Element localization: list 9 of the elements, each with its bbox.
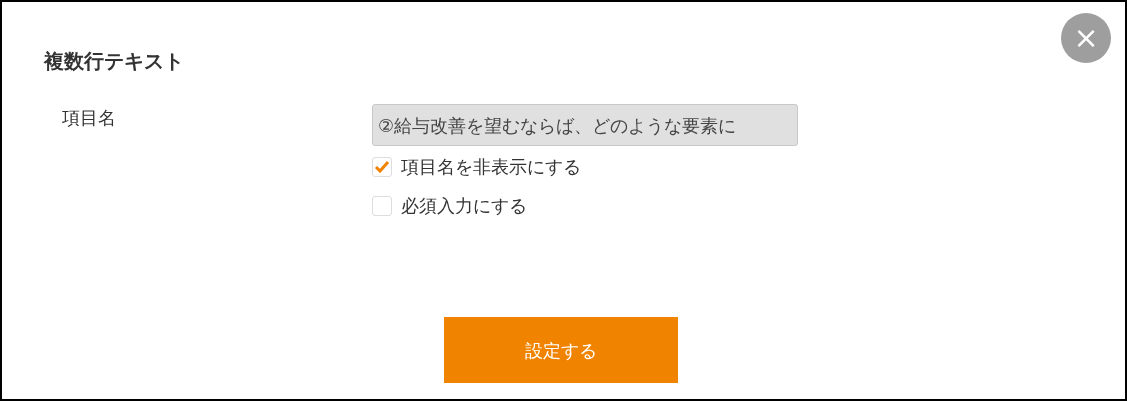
checkmark-icon xyxy=(374,159,390,174)
checkbox-label: 必須入力にする xyxy=(401,194,527,218)
dialog-title: 複数行テキスト xyxy=(44,48,184,75)
checkbox[interactable] xyxy=(372,195,392,216)
checkbox-label: 項目名を非表示にする xyxy=(401,155,581,179)
submit-button[interactable]: 設定する xyxy=(443,317,678,383)
close-button[interactable]: × xyxy=(1061,13,1111,63)
checkbox[interactable] xyxy=(372,156,392,177)
field-label: 項目名 xyxy=(62,106,117,130)
